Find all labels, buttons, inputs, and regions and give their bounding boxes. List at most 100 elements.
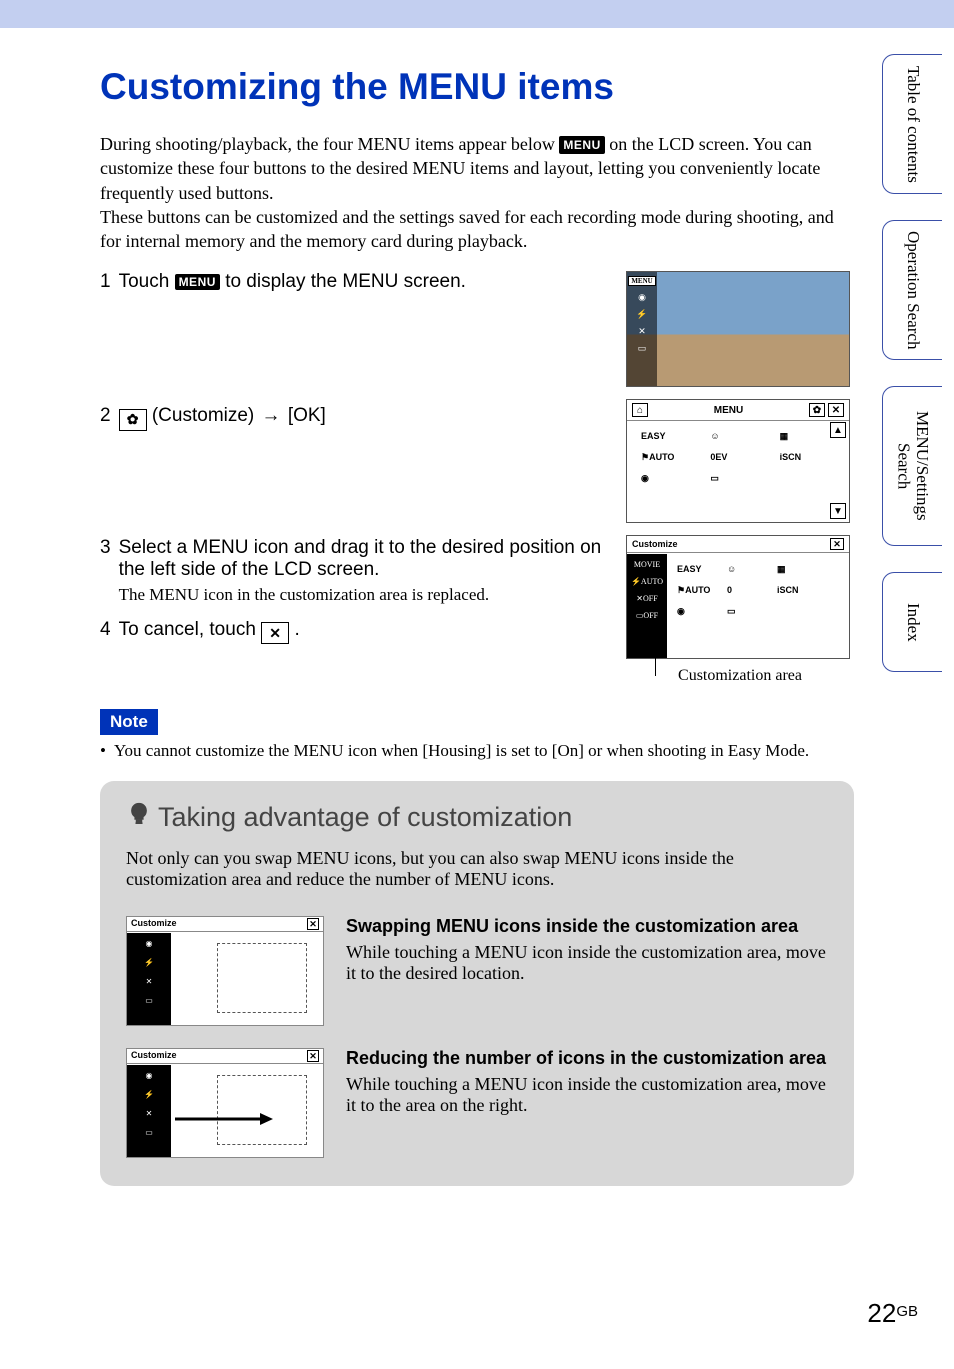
tab-index[interactable]: Index [882, 572, 942, 672]
step-3-subtext: The MENU icon in the customization area … [119, 585, 608, 605]
burst-icon: ▭ [638, 343, 647, 354]
tab-operation-search[interactable]: Operation Search [882, 220, 942, 360]
menu-chip-icon: MENU [628, 276, 655, 286]
side-item: ▭ [145, 996, 153, 1005]
tip-illustration-swap: Customize ✕ ◉ ⚡ ✕ ▭ [126, 916, 324, 1026]
step-2-text-b: [OK] [288, 405, 326, 426]
screenshot-menu: ⌂ MENU ✿ ✕ EASY ☺ ▦ ⚑AUTO 0EV iSCN ◉ ▭ [626, 399, 850, 523]
page-number: 22GB [867, 1298, 918, 1329]
movie-icon: ◉ [638, 292, 646, 303]
customization-area-caption: Customization area [626, 667, 854, 685]
gear-icon: ✿ [119, 409, 147, 431]
customize-label: Customize [131, 1050, 177, 1062]
steps-area: 1 Touch MENU to display the MENU screen.… [100, 271, 854, 685]
side-item: ◉ [146, 939, 153, 948]
menu-item: ⚑AUTO [677, 585, 713, 596]
close-icon: ✕ [307, 1050, 319, 1062]
tip-heading-reduce: Reducing the number of icons in the cust… [346, 1048, 828, 1069]
menu-item: EASY [677, 564, 713, 575]
side-item: ✕ [146, 977, 153, 986]
menu-item: iSCN [777, 585, 813, 596]
side-item: ⚡ [144, 958, 154, 967]
tip-section-swap: Customize ✕ ◉ ⚡ ✕ ▭ Swapping MENU icons i… [126, 916, 828, 1026]
side-nav-tabs: Table of contents Operation Search MENU/… [882, 54, 942, 672]
bullet-icon: • [100, 741, 106, 761]
tip-heading-swap: Swapping MENU icons inside the customiza… [346, 916, 828, 937]
tab-label: Index [903, 603, 922, 642]
tip-illustration-reduce: Customize✕ ◉ ⚡ ✕ ▭ [126, 1048, 324, 1158]
close-icon: ✕ [830, 538, 844, 550]
tip-box: Taking advantage of customization Not on… [100, 781, 854, 1186]
step-3-text: Select a MENU icon and drag it to the de… [119, 537, 602, 580]
step-number: 4 [100, 619, 111, 641]
arrow-icon: → [260, 405, 283, 427]
tip-paragraph-reduce: While touching a MENU icon inside the cu… [346, 1074, 828, 1116]
menu-item: ▭ [710, 473, 765, 484]
step-1: 1 Touch MENU to display the MENU screen. [100, 271, 608, 293]
steps-column: 1 Touch MENU to display the MENU screen.… [100, 271, 608, 685]
tip-intro: Not only can you swap MENU icons, but yo… [126, 848, 828, 890]
menu-item: ◉ [641, 473, 696, 484]
page-region: GB [896, 1303, 918, 1320]
side-item: ✕OFF [636, 594, 657, 603]
side-item: ▭OFF [636, 611, 658, 620]
page-number-value: 22 [867, 1298, 896, 1328]
step-4: 4 To cancel, touch ✕ . [100, 619, 608, 645]
side-item: ✕ [146, 1109, 153, 1118]
scroll-down-icon: ▼ [830, 503, 846, 519]
step-2-text-a: (Customize) [152, 405, 254, 426]
step-4-text-a: To cancel, touch [119, 619, 256, 640]
side-item: ⚡ [144, 1090, 154, 1099]
side-item: ◉ [146, 1071, 153, 1080]
tab-label: Table of contents [903, 66, 922, 183]
menu-item: ◉ [677, 606, 713, 617]
tab-table-of-contents[interactable]: Table of contents [882, 54, 942, 194]
menu-item: 0 [727, 585, 763, 596]
step-number: 3 [100, 537, 111, 559]
note-text: You cannot customize the MENU icon when … [114, 741, 809, 761]
intro-part1: During shooting/playback, the four MENU … [100, 134, 559, 154]
close-icon: ✕ [261, 622, 289, 644]
header-bar [0, 0, 954, 28]
tip-title-row: Taking advantage of customization [126, 801, 828, 834]
menu-chip-icon: MENU [175, 274, 220, 290]
menu-item: ▦ [777, 564, 813, 575]
step-4-text-b: . [294, 619, 299, 640]
tab-label: Operation Search [903, 231, 922, 349]
customize-label: Customize [131, 918, 177, 930]
screenshot-customize: Customize ✕ MOVIE ⚡AUTO ✕OFF ▭OFF EASY ☺… [626, 535, 850, 659]
step-1-text-a: Touch [119, 271, 170, 292]
note-list: • You cannot customize the MENU icon whe… [100, 741, 854, 761]
lightbulb-icon [126, 801, 152, 834]
gear-icon: ✿ [809, 403, 825, 417]
screenshots-column: MENU ◉ ⚡ ✕ ▭ ⌂ MENU ✿ ✕ EASY [626, 271, 854, 685]
screenshot-shooting: MENU ◉ ⚡ ✕ ▭ [626, 271, 850, 387]
menu-item: EASY [641, 431, 696, 442]
flash-icon: ⚡ [636, 309, 647, 320]
step-2: 2 ✿ (Customize) → [OK] [100, 405, 608, 431]
menu-title: MENU [714, 405, 743, 416]
home-icon: ⌂ [632, 403, 648, 417]
close-icon: ✕ [307, 918, 319, 930]
timer-icon: ✕ [638, 326, 646, 337]
intro-part3: These buttons can be customized and the … [100, 207, 834, 251]
menu-item: ☺ [727, 564, 763, 575]
tab-label: MENU/Settings Search [894, 387, 931, 545]
step-3: 3 Select a MENU icon and drag it to the … [100, 537, 608, 605]
tip-title: Taking advantage of customization [158, 802, 572, 833]
step-number: 2 [100, 405, 111, 427]
menu-item: ☺ [710, 431, 765, 442]
customize-title: Customize [632, 539, 678, 549]
side-item: MOVIE [634, 560, 660, 569]
tab-menu-settings-search[interactable]: MENU/Settings Search [882, 386, 942, 546]
side-item: ⚡AUTO [631, 577, 663, 586]
page-content: Customizing the MENU items During shooti… [0, 28, 954, 1186]
tip-section-reduce: Customize✕ ◉ ⚡ ✕ ▭ Reducing the number o… [126, 1048, 828, 1158]
menu-item: iSCN [780, 452, 835, 463]
menu-item: ▦ [780, 431, 835, 442]
intro-paragraph: During shooting/playback, the four MENU … [100, 132, 854, 253]
step-1-text-b: to display the MENU screen. [225, 271, 466, 292]
menu-item: ▭ [727, 606, 763, 617]
page-title: Customizing the MENU items [100, 66, 854, 108]
menu-chip-icon: MENU [559, 136, 604, 154]
